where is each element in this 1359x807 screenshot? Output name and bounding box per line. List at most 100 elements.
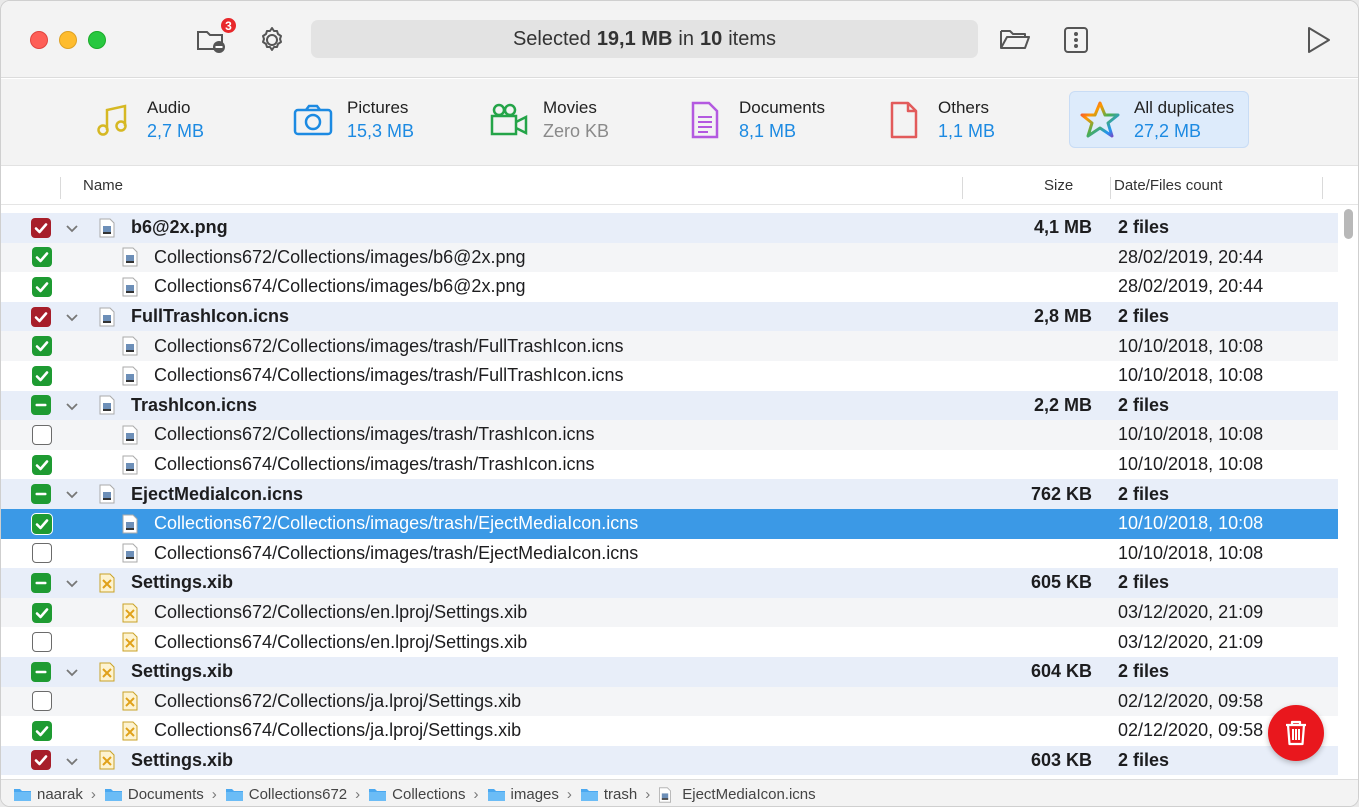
category-audio[interactable]: Audio 2,7 MB	[91, 91, 204, 148]
chevron-down-icon[interactable]	[64, 220, 80, 236]
group-file-count: 2 files	[1118, 306, 1170, 327]
file-checkbox[interactable]	[31, 512, 53, 535]
file-row[interactable]: Collections672/Collections/images/trash/…	[1, 508, 1338, 539]
chevron-down-icon[interactable]	[64, 575, 80, 591]
table-header: Name Size Date/Files count	[1, 167, 1358, 205]
trash-icon	[1286, 720, 1306, 746]
group-row[interactable]: TrashIcon.icns 2,2 MB 2 files	[1, 390, 1338, 421]
category-label: Others	[938, 97, 990, 117]
play-icon	[1308, 27, 1330, 53]
group-file-count: 2 files	[1118, 661, 1170, 682]
path-crumb[interactable]: trash ›	[580, 786, 650, 803]
close-window-button[interactable]	[30, 31, 48, 49]
file-checkbox[interactable]	[32, 454, 52, 475]
file-date: 10/10/2018, 10:08	[1118, 335, 1264, 356]
group-row[interactable]: EjectMediaIcon.icns 762 KB 2 files	[1, 479, 1338, 509]
file-row[interactable]: Collections672/Collections/en.lproj/Sett…	[1, 597, 1338, 628]
status-size: 19,1 MB	[596, 27, 673, 50]
file-checkbox[interactable]	[32, 632, 52, 653]
vertical-scrollbar[interactable]	[1344, 209, 1353, 239]
notification-badge: 3	[219, 16, 238, 35]
file-row[interactable]: Collections674/Collections/en.lproj/Sett…	[1, 627, 1338, 657]
group-checkbox[interactable]	[31, 750, 51, 771]
file-row[interactable]: Collections674/Collections/images/trash/…	[1, 539, 1338, 569]
group-checkbox[interactable]	[31, 484, 51, 505]
group-checkbox[interactable]	[31, 572, 51, 593]
path-crumb[interactable]: EjectMediaIcon.icns	[658, 786, 816, 803]
group-size: 762 KB	[1030, 483, 1092, 504]
file-row[interactable]: Collections672/Collections/images/trash/…	[1, 420, 1338, 450]
category-movies[interactable]: Movies Zero KB	[487, 91, 609, 148]
file-checkbox[interactable]	[32, 424, 52, 445]
group-row[interactable]: Settings.xib 605 KB 2 files	[1, 568, 1338, 598]
path-crumb[interactable]: images ›	[487, 786, 572, 803]
group-row[interactable]: Settings.xib 604 KB 2 files	[1, 656, 1338, 687]
column-header-name[interactable]: Name	[83, 177, 123, 194]
group-row[interactable]: FullTrashIcon.icns 2,8 MB 2 files	[1, 301, 1338, 332]
path-crumb[interactable]: Collections ›	[368, 786, 479, 803]
file-checkbox[interactable]	[32, 276, 52, 297]
category-documents[interactable]: Documents 8,1 MB	[683, 91, 825, 148]
file-checkbox[interactable]	[32, 336, 52, 357]
image-file-icon	[122, 514, 138, 534]
file-date: 10/10/2018, 10:08	[1118, 365, 1264, 386]
group-row[interactable]: Settings.xib 603 KB 2 files	[1, 745, 1338, 776]
column-header-size[interactable]: Size	[1044, 177, 1073, 194]
column-header-date[interactable]: Date/Files count	[1114, 177, 1222, 194]
chevron-down-icon[interactable]	[64, 753, 80, 769]
file-checkbox[interactable]	[32, 247, 52, 268]
file-date: 10/10/2018, 10:08	[1118, 424, 1264, 445]
group-checkbox[interactable]	[31, 306, 51, 327]
file-checkbox[interactable]	[32, 691, 52, 712]
group-checkbox[interactable]	[31, 395, 51, 416]
category-value: 2,7 MB	[147, 120, 205, 141]
group-row[interactable]: b6@2x.png 4,1 MB 2 files	[1, 213, 1338, 243]
play-button[interactable]	[1301, 23, 1335, 57]
path-crumb[interactable]: Documents ›	[104, 786, 217, 803]
category-label: Movies	[543, 97, 597, 117]
settings-button[interactable]	[255, 23, 289, 57]
path-crumb[interactable]: Collections672 ›	[225, 786, 360, 803]
status-count: 10	[699, 27, 723, 50]
open-folder-button[interactable]	[998, 23, 1032, 57]
xib-file-icon	[99, 750, 115, 770]
xib-file-icon	[99, 573, 115, 593]
group-checkbox[interactable]	[31, 217, 51, 238]
folder-icon	[104, 787, 123, 802]
minimize-window-button[interactable]	[59, 31, 77, 49]
category-pictures[interactable]: Pictures 15,3 MB	[291, 91, 414, 148]
file-path: Collections672/Collections/images/trash/…	[154, 424, 595, 445]
file-checkbox[interactable]	[32, 365, 52, 386]
group-checkbox[interactable]	[31, 661, 51, 682]
file-checkbox[interactable]	[32, 543, 52, 564]
category-others[interactable]: Others 1,1 MB	[882, 91, 995, 148]
category-label: Audio	[147, 97, 191, 117]
path-crumb[interactable]: naarak ›	[13, 786, 96, 803]
zoom-window-button[interactable]	[88, 31, 106, 49]
group-size: 605 KB	[1030, 572, 1092, 593]
image-file-icon	[99, 307, 115, 327]
file-row[interactable]: Collections672/Collections/images/trash/…	[1, 331, 1338, 361]
image-file-icon	[122, 425, 138, 445]
xib-file-icon	[122, 691, 138, 711]
chevron-down-icon[interactable]	[64, 309, 80, 325]
file-row[interactable]: Collections674/Collections/images/b6@2x.…	[1, 272, 1338, 302]
group-file-count: 2 files	[1118, 394, 1170, 415]
more-options-button[interactable]	[1059, 23, 1093, 57]
file-row[interactable]: Collections674/Collections/images/trash/…	[1, 450, 1338, 480]
category-all-duplicates[interactable]: All duplicates 27,2 MB	[1069, 91, 1250, 148]
file-row[interactable]: Collections674/Collections/ja.lproj/Sett…	[1, 716, 1338, 746]
chevron-down-icon[interactable]	[64, 664, 80, 680]
delete-button[interactable]	[1268, 705, 1324, 761]
category-value: 1,1 MB	[938, 120, 996, 141]
file-checkbox[interactable]	[32, 720, 52, 741]
file-row[interactable]: Collections672/Collections/images/b6@2x.…	[1, 242, 1338, 273]
group-file-count: 2 files	[1118, 749, 1170, 770]
group-size: 2,8 MB	[1033, 306, 1092, 327]
file-row[interactable]: Collections674/Collections/images/trash/…	[1, 361, 1338, 391]
chevron-down-icon[interactable]	[64, 486, 80, 502]
chevron-down-icon[interactable]	[64, 398, 80, 414]
file-row[interactable]: Collections672/Collections/ja.lproj/Sett…	[1, 686, 1338, 717]
path-crumb-label: Collections672	[248, 785, 348, 803]
file-checkbox[interactable]	[32, 602, 52, 623]
